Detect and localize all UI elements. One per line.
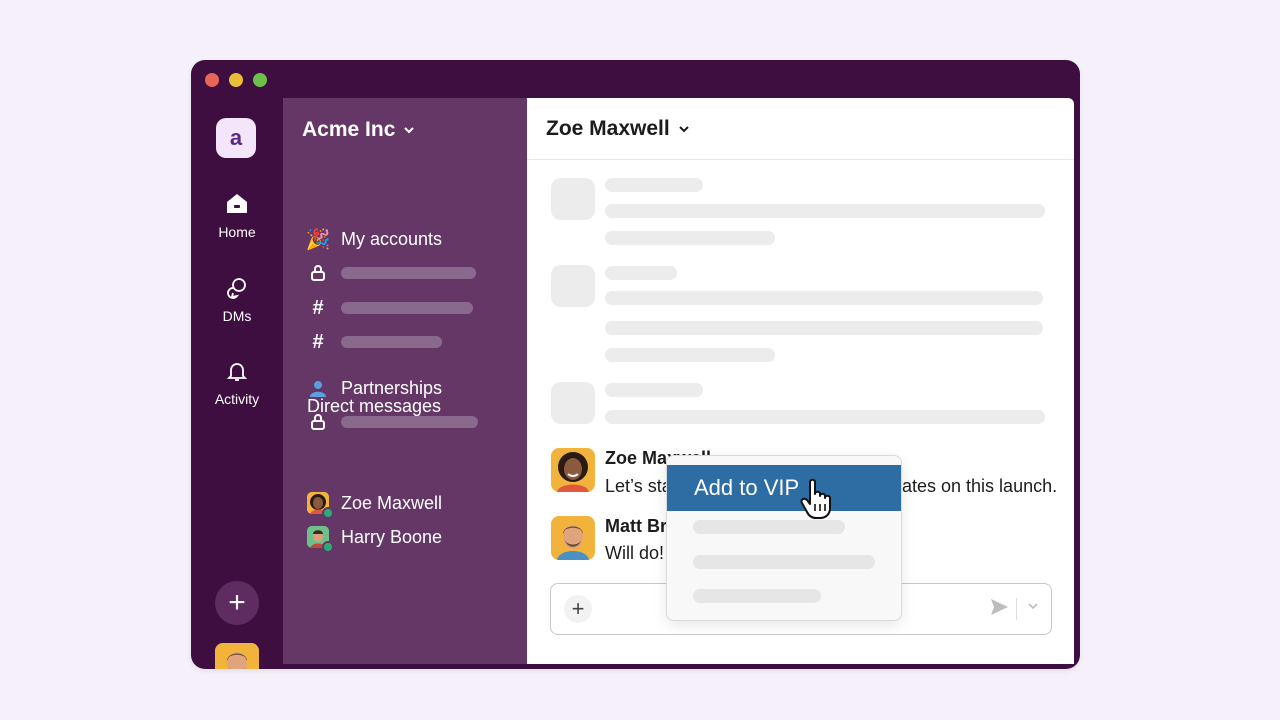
workspace-switcher[interactable]: Acme Inc: [302, 118, 415, 142]
presence-dot: [322, 507, 334, 519]
presence-dot: [322, 541, 334, 553]
hand-cursor-icon: [800, 478, 831, 519]
people-icon: [307, 379, 329, 397]
party-popper-icon: 🎉: [305, 228, 331, 251]
rail-item-label: Activity: [214, 391, 260, 407]
avatar[interactable]: [551, 516, 595, 560]
app-window: a Home DMs Activity + Acme Inc 🎉 My acco…: [191, 60, 1080, 669]
window-controls: [205, 73, 267, 87]
placeholder-bar: [605, 231, 775, 245]
workspace-rail: a Home DMs Activity +: [191, 98, 283, 669]
placeholder-bar: [341, 416, 478, 428]
avatar: [307, 492, 334, 519]
menu-item-placeholder[interactable]: [693, 555, 875, 569]
hash-icon: #: [312, 330, 324, 353]
dm-name: Harry Boone: [341, 526, 443, 547]
sidebar-item-label: My accounts: [341, 228, 443, 249]
user-avatar[interactable]: [215, 643, 259, 669]
dm-item-zoe-maxwell[interactable]: Zoe Maxwell: [307, 489, 443, 519]
placeholder-avatar: [551, 265, 595, 307]
placeholder-bar: [605, 266, 677, 280]
send-icon[interactable]: [989, 597, 1009, 617]
conversation-title-button[interactable]: Zoe Maxwell: [546, 117, 690, 141]
context-menu: Add to VIP: [666, 455, 902, 621]
dm-section-heading[interactable]: Direct messages: [307, 396, 441, 417]
rail-item-home[interactable]: Home: [191, 190, 283, 240]
placeholder-bar: [605, 410, 1045, 424]
placeholder-bar: [605, 291, 1043, 305]
dm-name: Zoe Maxwell: [341, 492, 443, 513]
placeholder-bar: [341, 267, 476, 279]
message-text: Will do!: [605, 543, 665, 563]
menu-item-placeholder[interactable]: [693, 589, 821, 603]
chevron-down-icon[interactable]: [1027, 600, 1039, 612]
rail-item-label: Home: [218, 224, 256, 240]
sidebar-item-private-channel[interactable]: [307, 259, 476, 287]
placeholder-avatar: [551, 178, 595, 220]
placeholder-bar: [341, 336, 442, 348]
sidebar-item-channel[interactable]: #: [307, 294, 473, 322]
bell-icon: [191, 357, 283, 385]
add-workspace-button[interactable]: +: [215, 581, 259, 625]
menu-item-add-to-vip[interactable]: Add to VIP: [667, 465, 901, 511]
channel-sidebar: Acme Inc 🎉 My accounts # # Partnerships: [283, 98, 527, 664]
menu-item-placeholder[interactable]: [693, 520, 845, 534]
placeholder-bar: [605, 204, 1045, 218]
rail-item-activity[interactable]: Activity: [191, 357, 283, 407]
message-author[interactable]: Matt Br: [605, 516, 667, 537]
placeholder-bar: [605, 321, 1043, 335]
rail-item-dms[interactable]: DMs: [191, 274, 283, 324]
page-title: Zoe Maxwell: [546, 117, 670, 140]
message-text: Let’s sta: [605, 476, 672, 496]
workspace-logo[interactable]: a: [216, 118, 256, 158]
message-text-tail: ates on this launch.: [902, 476, 1058, 496]
placeholder-avatar: [551, 382, 595, 424]
attach-button[interactable]: +: [564, 595, 592, 623]
dms-icon: [191, 274, 283, 302]
placeholder-bar: [605, 383, 703, 397]
maximize-window-button[interactable]: [253, 73, 267, 87]
home-icon: [191, 190, 283, 218]
placeholder-bar: [605, 178, 703, 192]
close-window-button[interactable]: [205, 73, 219, 87]
dm-item-harry-boone[interactable]: Harry Boone: [307, 523, 443, 553]
rail-item-label: DMs: [222, 308, 252, 324]
lock-icon: [307, 264, 329, 282]
divider: [1016, 598, 1017, 620]
user-avatar-image: [215, 643, 259, 669]
hash-icon: #: [312, 296, 324, 319]
conversation-header: Zoe Maxwell: [527, 98, 1074, 160]
avatar[interactable]: [551, 448, 595, 492]
chevron-down-icon: [678, 126, 689, 133]
menu-item-label: Add to VIP: [694, 475, 800, 500]
placeholder-bar: [341, 302, 473, 314]
sidebar-item-channel[interactable]: #: [307, 328, 442, 356]
avatar: [307, 526, 334, 553]
workspace-name: Acme Inc: [302, 118, 396, 141]
minimize-window-button[interactable]: [229, 73, 243, 87]
chevron-down-icon: [404, 127, 415, 134]
placeholder-bar: [605, 348, 775, 362]
sidebar-item-my-accounts[interactable]: 🎉 My accounts: [305, 225, 443, 253]
